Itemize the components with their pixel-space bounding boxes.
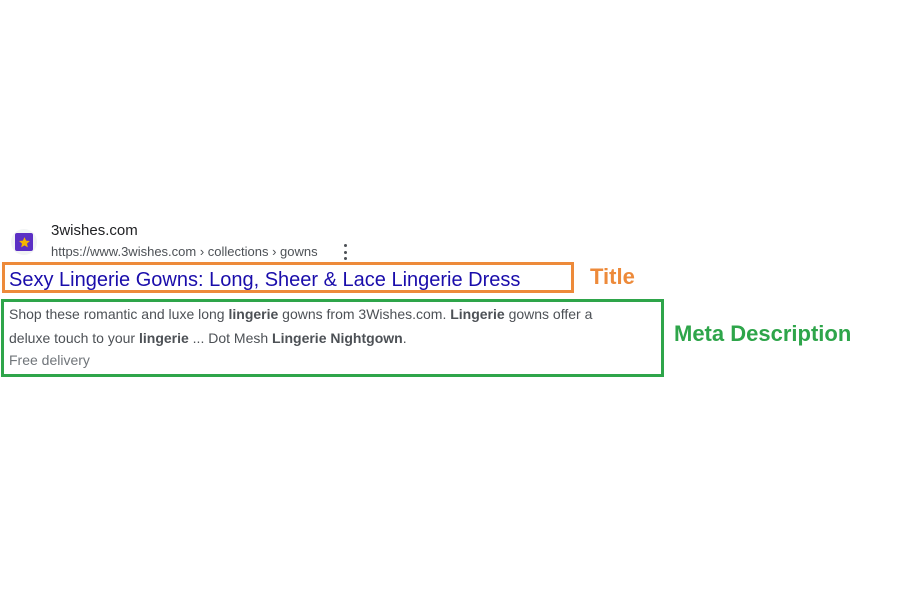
snippet-text: deluxe touch to your (9, 330, 139, 346)
star-icon (18, 236, 30, 247)
snippet-line-2: deluxe touch to your lingerie ... Dot Me… (9, 326, 659, 350)
snippet-text: . (402, 330, 407, 346)
favicon-badge (15, 233, 33, 251)
site-url-breadcrumb[interactable]: https://www.3wishes.com › collections › … (51, 244, 318, 259)
result-snippet: Shop these romantic and luxe long linger… (9, 302, 659, 350)
snippet-keyword: lingerie (138, 330, 189, 346)
snippet-keyword: Lingerie (450, 306, 505, 322)
result-title-link[interactable]: Sexy Lingerie Gowns: Long, Sheer & Lace … (9, 269, 520, 292)
snippet-text: ... Dot Mesh (188, 330, 273, 346)
more-vert-icon[interactable] (339, 244, 351, 260)
free-delivery-text: Free delivery (9, 352, 90, 368)
dot (343, 257, 347, 260)
snippet-line-1: Shop these romantic and luxe long linger… (9, 302, 659, 326)
search-result: 3wishes.com https://www.3wishes.com › co… (0, 0, 900, 600)
snippet-keyword: lingerie (228, 306, 279, 322)
dot (343, 250, 347, 254)
snippet-text: gowns offer a (504, 306, 593, 322)
site-name[interactable]: 3wishes.com (51, 222, 138, 239)
meta-description-annotation-label: Meta Description (674, 321, 852, 346)
dot (343, 244, 347, 247)
snippet-text: gowns from 3Wishes.com. (278, 306, 451, 322)
snippet-keyword: Lingerie Nightgown (272, 330, 403, 346)
favicon[interactable] (11, 229, 37, 255)
title-annotation-label: Title (590, 264, 635, 289)
snippet-text: Shop these romantic and luxe long (9, 306, 229, 322)
